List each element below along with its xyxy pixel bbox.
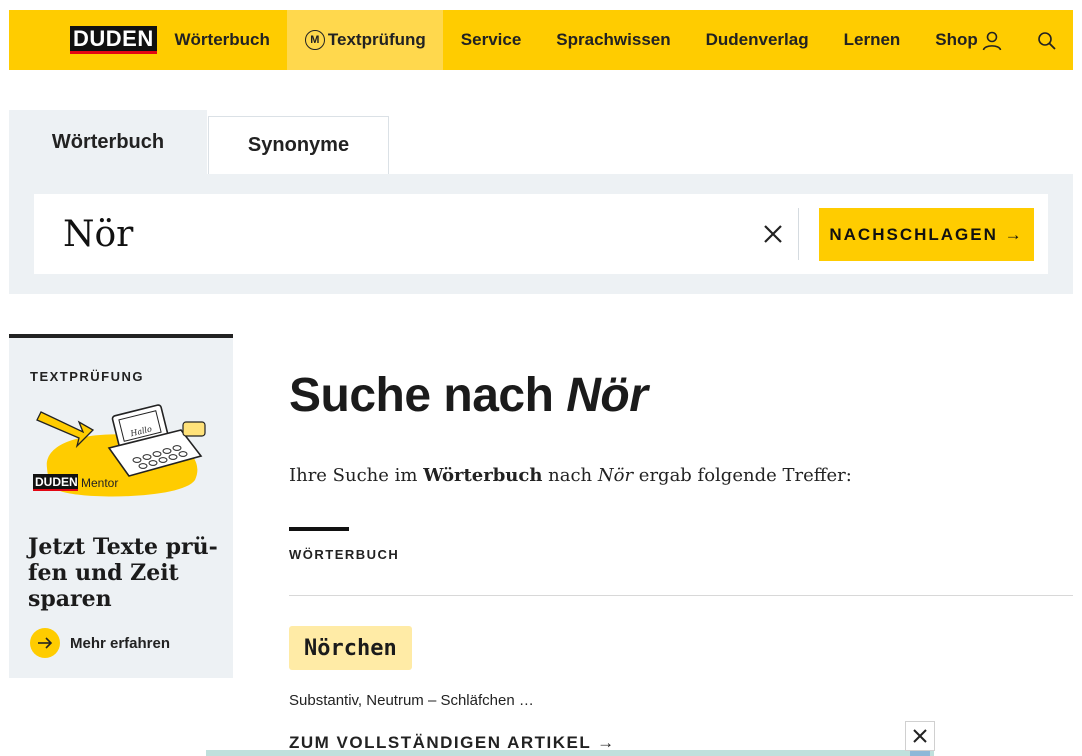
close-icon: [913, 729, 927, 743]
mentor-badge-icon: M: [304, 30, 325, 50]
intro-text: ergab folgende Treffer:: [633, 465, 852, 486]
intro-dictionary: Wörterbuch: [423, 465, 543, 486]
nav-item-service[interactable]: Service: [443, 10, 539, 70]
result-meta: Substantiv, Neutrum – Schläfchen …: [289, 692, 534, 709]
divider: [289, 595, 1073, 596]
nav-item-label: Wörterbuch: [174, 30, 270, 49]
title-query: Nör: [566, 369, 648, 422]
ad-banner[interactable]: [206, 750, 934, 756]
nav-item-woerterbuch[interactable]: Wörterbuch: [157, 10, 287, 70]
tab-synonyme[interactable]: Synonyme: [208, 116, 389, 174]
nav-item-label: Shop: [935, 30, 978, 49]
nav-item-lernen[interactable]: Lernen: [826, 10, 918, 70]
mehr-erfahren-link[interactable]: Mehr erfahren: [30, 628, 170, 658]
tab-woerterbuch[interactable]: Wörterbuch: [9, 110, 207, 174]
textpruefung-promo: TEXTPRÜFUNG Hallo DUDEN Mentor Jetzt Tex…: [9, 334, 233, 678]
user-icon[interactable]: [981, 30, 1003, 52]
search-input[interactable]: [63, 212, 743, 256]
ad-close-button[interactable]: [905, 721, 935, 751]
search-intro: Ihre Suche im Wörterbuch nach Nör ergab …: [289, 465, 852, 486]
promo-logo-suffix: Mentor: [81, 476, 118, 490]
promo-logo-text: DUDEN: [35, 475, 78, 489]
nav-item-dudenverlag[interactable]: Dudenverlag: [688, 10, 826, 70]
search-box: NACHSCHLAGEN →: [34, 194, 1048, 274]
intro-text: Ihre Suche im: [289, 465, 424, 486]
nav-item-textpruefung[interactable]: M Textprüfung: [287, 10, 444, 70]
intro-query: Nör: [597, 465, 634, 486]
intro-text: nach: [542, 465, 598, 486]
laptop-illustration-icon: Hallo DUDEN Mentor: [33, 404, 206, 497]
nav-item-label: Dudenverlag: [705, 30, 809, 49]
promo-link-label: Mehr erfahren: [70, 634, 171, 652]
nav-item-label: Service: [460, 30, 522, 49]
section-accent-bar: [289, 527, 349, 531]
duden-logo[interactable]: DUDEN: [70, 26, 157, 54]
promo-headline: Jetzt Texte prü­fen und Zeit sparen: [28, 534, 218, 612]
nav-item-label: Lernen: [843, 30, 901, 49]
divider: [798, 208, 799, 260]
page-title: Suche nach Nör: [289, 368, 648, 423]
top-navigation-bar: DUDEN Wörterbuch M Textprüfung Service S…: [9, 10, 1073, 70]
search-icon[interactable]: [1036, 30, 1058, 52]
nav-item-label: Textprüfung: [327, 30, 426, 49]
nav-item-sprachwissen[interactable]: Sprachwissen: [539, 10, 688, 70]
title-prefix: Suche nach: [289, 369, 567, 422]
nav-item-label: Sprachwissen: [556, 30, 671, 49]
section-label: WÖRTERBUCH: [289, 547, 400, 562]
nachschlagen-button[interactable]: NACHSCHLAGEN →: [819, 208, 1034, 261]
main-nav: Wörterbuch M Textprüfung Service Sprachw…: [157, 10, 995, 70]
arrow-right-icon: [30, 628, 60, 658]
clear-icon[interactable]: [761, 222, 785, 246]
search-panel: Wörterbuch Synonyme NACHSCHLAGEN →: [9, 110, 1073, 294]
promo-kicker: TEXTPRÜFUNG: [30, 369, 144, 384]
result-word-link[interactable]: Nörchen: [289, 626, 412, 670]
search-body: NACHSCHLAGEN →: [9, 174, 1073, 294]
